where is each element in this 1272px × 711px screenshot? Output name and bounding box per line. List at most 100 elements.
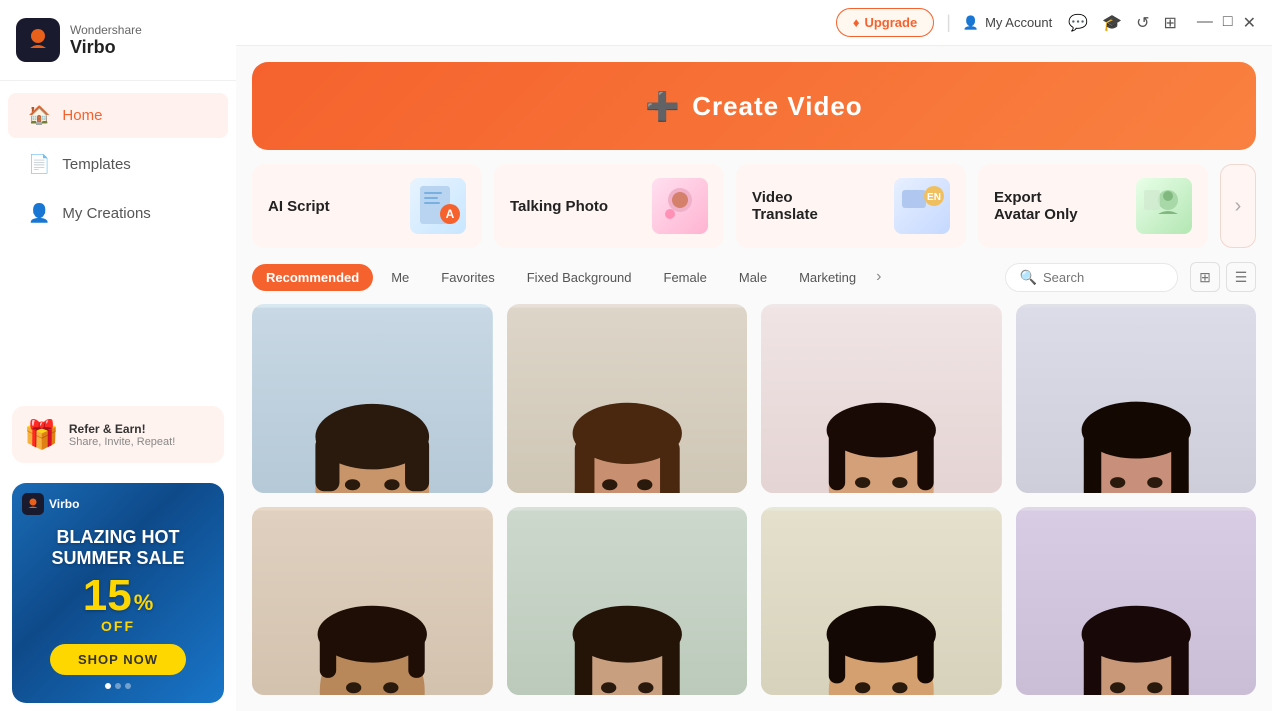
- avatar-card-elena[interactable]: Elena-Professional: [507, 304, 748, 493]
- filter-tabs-row: Recommended Me Favorites Fixed Backgroun…: [236, 248, 1272, 300]
- home-icon: 🏠: [28, 105, 50, 126]
- feature-card-video-translate[interactable]: Video Translate EN: [736, 164, 966, 248]
- window-controls: — □ ✕: [1197, 13, 1256, 33]
- filter-tab-female[interactable]: Female: [650, 264, 721, 291]
- account-icon: 👤: [963, 15, 979, 31]
- filter-favorites-label: Favorites: [441, 270, 494, 285]
- titlebar-icons-group: 💬 🎓 ↺ ⊞: [1068, 13, 1177, 33]
- chat-icon[interactable]: 💬: [1068, 13, 1088, 33]
- avatar-img-harper: [1016, 304, 1257, 493]
- sidebar-item-my-creations[interactable]: 👤 My Creations: [8, 191, 228, 236]
- feature-video-translate-label: Video Translate: [752, 189, 818, 223]
- banner-logo-icon: [22, 493, 44, 515]
- off-label: OFF: [101, 618, 135, 634]
- filter-tab-recommended[interactable]: Recommended: [252, 264, 373, 291]
- banner-pagination: [105, 683, 131, 689]
- banner-title-line1: BLAZING HOT: [51, 527, 184, 549]
- filter-female-label: Female: [664, 270, 707, 285]
- banner-dot-1: [105, 683, 111, 689]
- close-button[interactable]: ✕: [1243, 13, 1256, 33]
- list-view-toggle[interactable]: ☰: [1226, 262, 1256, 292]
- discount-unit: %: [134, 590, 154, 616]
- feature-card-talking-photo[interactable]: Talking Photo: [494, 164, 724, 248]
- upgrade-diamond-icon: ♦: [853, 15, 860, 30]
- search-input[interactable]: [1043, 270, 1163, 285]
- feature-cards-row: AI Script A Talking Photo: [236, 150, 1272, 248]
- avatar-card-harper[interactable]: Harper-Promotion: [1016, 304, 1257, 493]
- avatar-card-row2a[interactable]: ···: [252, 507, 493, 696]
- feature-cards-next-button[interactable]: ›: [1220, 164, 1256, 248]
- avatar-img-row2d: [1016, 507, 1257, 696]
- filter-tab-favorites[interactable]: Favorites: [427, 264, 508, 291]
- filter-tab-male[interactable]: Male: [725, 264, 781, 291]
- avatar-card-row2c[interactable]: ···: [761, 507, 1002, 696]
- filter-fixed-bg-label: Fixed Background: [527, 270, 632, 285]
- avatar-img-brandt: [252, 304, 493, 493]
- refer-earn-promo[interactable]: 🎁 Refer & Earn! Share, Invite, Repeat!: [12, 406, 224, 463]
- app-logo: Wondershare Virbo: [0, 0, 236, 81]
- gift-icon: 🎁: [24, 418, 59, 451]
- svg-text:EN: EN: [927, 192, 941, 203]
- templates-icon: 📄: [28, 154, 50, 175]
- avatar-card-ruby[interactable]: Ruby-Games: [761, 304, 1002, 493]
- titlebar: ♦ Upgrade | 👤 My Account 💬 🎓 ↺ ⊞ — □ ✕: [236, 0, 1272, 46]
- graduation-icon[interactable]: 🎓: [1102, 13, 1122, 33]
- avatar-card-row2b[interactable]: ···: [507, 507, 748, 696]
- hero-content: ➕ Create Video: [645, 90, 862, 123]
- filter-marketing-label: Marketing: [799, 270, 856, 285]
- minimize-button[interactable]: —: [1197, 13, 1213, 33]
- filter-tab-me[interactable]: Me: [377, 264, 423, 291]
- create-video-label: Create Video: [692, 91, 862, 122]
- feature-talking-photo-label: Talking Photo: [510, 198, 608, 215]
- video-translate-thumbnail: EN: [894, 178, 950, 234]
- main-area: ♦ Upgrade | 👤 My Account 💬 🎓 ↺ ⊞ — □ ✕ ➕…: [236, 0, 1272, 711]
- avatar-card-row2d[interactable]: ···: [1016, 507, 1257, 696]
- avatar-card-brandt[interactable]: Brandt-Casual: [252, 304, 493, 493]
- account-button[interactable]: 👤 My Account: [963, 15, 1052, 31]
- account-label: My Account: [985, 15, 1052, 30]
- shop-now-button[interactable]: SHOP NOW: [50, 644, 186, 675]
- filter-recommended-label: Recommended: [266, 270, 359, 285]
- sidebar-item-home[interactable]: 🏠 Home: [8, 93, 228, 138]
- main-content: ➕ Create Video AI Script A: [236, 46, 1272, 711]
- banner-dot-2: [115, 683, 121, 689]
- chevron-right-icon: ›: [1235, 195, 1242, 218]
- svg-text:A: A: [446, 207, 455, 221]
- banner-title-line2: SUMMER SALE: [51, 548, 184, 570]
- filter-more-icon[interactable]: ›: [876, 268, 881, 286]
- search-icon: 🔍: [1020, 269, 1037, 286]
- maximize-button[interactable]: □: [1223, 13, 1233, 33]
- sidebar-item-templates[interactable]: 📄 Templates: [8, 142, 228, 187]
- talking-photo-thumbnail: [652, 178, 708, 234]
- filter-male-label: Male: [739, 270, 767, 285]
- create-video-hero[interactable]: ➕ Create Video: [252, 62, 1256, 150]
- logo-product: Virbo: [70, 37, 142, 58]
- summer-sale-banner[interactable]: Virbo BLAZING HOT SUMMER SALE 15 % OFF S…: [12, 483, 224, 703]
- discount-number: 15: [83, 574, 132, 618]
- feature-export-avatar-label: Export Avatar Only: [994, 189, 1078, 223]
- upgrade-button[interactable]: ♦ Upgrade: [836, 8, 934, 37]
- grid-icon[interactable]: ⊞: [1164, 13, 1177, 33]
- promo-subtitle: Share, Invite, Repeat!: [69, 436, 175, 448]
- banner-logo: Virbo: [22, 493, 79, 515]
- feature-card-ai-script[interactable]: AI Script A: [252, 164, 482, 248]
- filter-tab-fixed-background[interactable]: Fixed Background: [513, 264, 646, 291]
- grid-view-toggle[interactable]: ⊞: [1190, 262, 1220, 292]
- avatar-img-ruby: [761, 304, 1002, 493]
- avatar-img-row2b: [507, 507, 748, 696]
- app-logo-icon: [16, 18, 60, 62]
- feature-card-export-avatar[interactable]: Export Avatar Only: [978, 164, 1208, 248]
- avatar-grid: Brandt-Casual: [236, 300, 1272, 711]
- sidebar-item-templates-label: Templates: [62, 156, 130, 173]
- avatar-img-row2a: [252, 507, 493, 696]
- banner-title: BLAZING HOT SUMMER SALE 15 %: [51, 527, 184, 618]
- export-avatar-thumbnail: [1136, 178, 1192, 234]
- my-creations-icon: 👤: [28, 203, 50, 224]
- view-toggle-group: ⊞ ☰: [1190, 262, 1256, 292]
- filter-tab-marketing[interactable]: Marketing: [785, 264, 870, 291]
- create-video-icon: ➕: [645, 90, 680, 123]
- banner-logo-text: Virbo: [49, 497, 79, 511]
- refresh-icon[interactable]: ↺: [1136, 13, 1149, 33]
- sidebar-item-home-label: Home: [62, 107, 102, 124]
- ai-script-thumbnail: A: [410, 178, 466, 234]
